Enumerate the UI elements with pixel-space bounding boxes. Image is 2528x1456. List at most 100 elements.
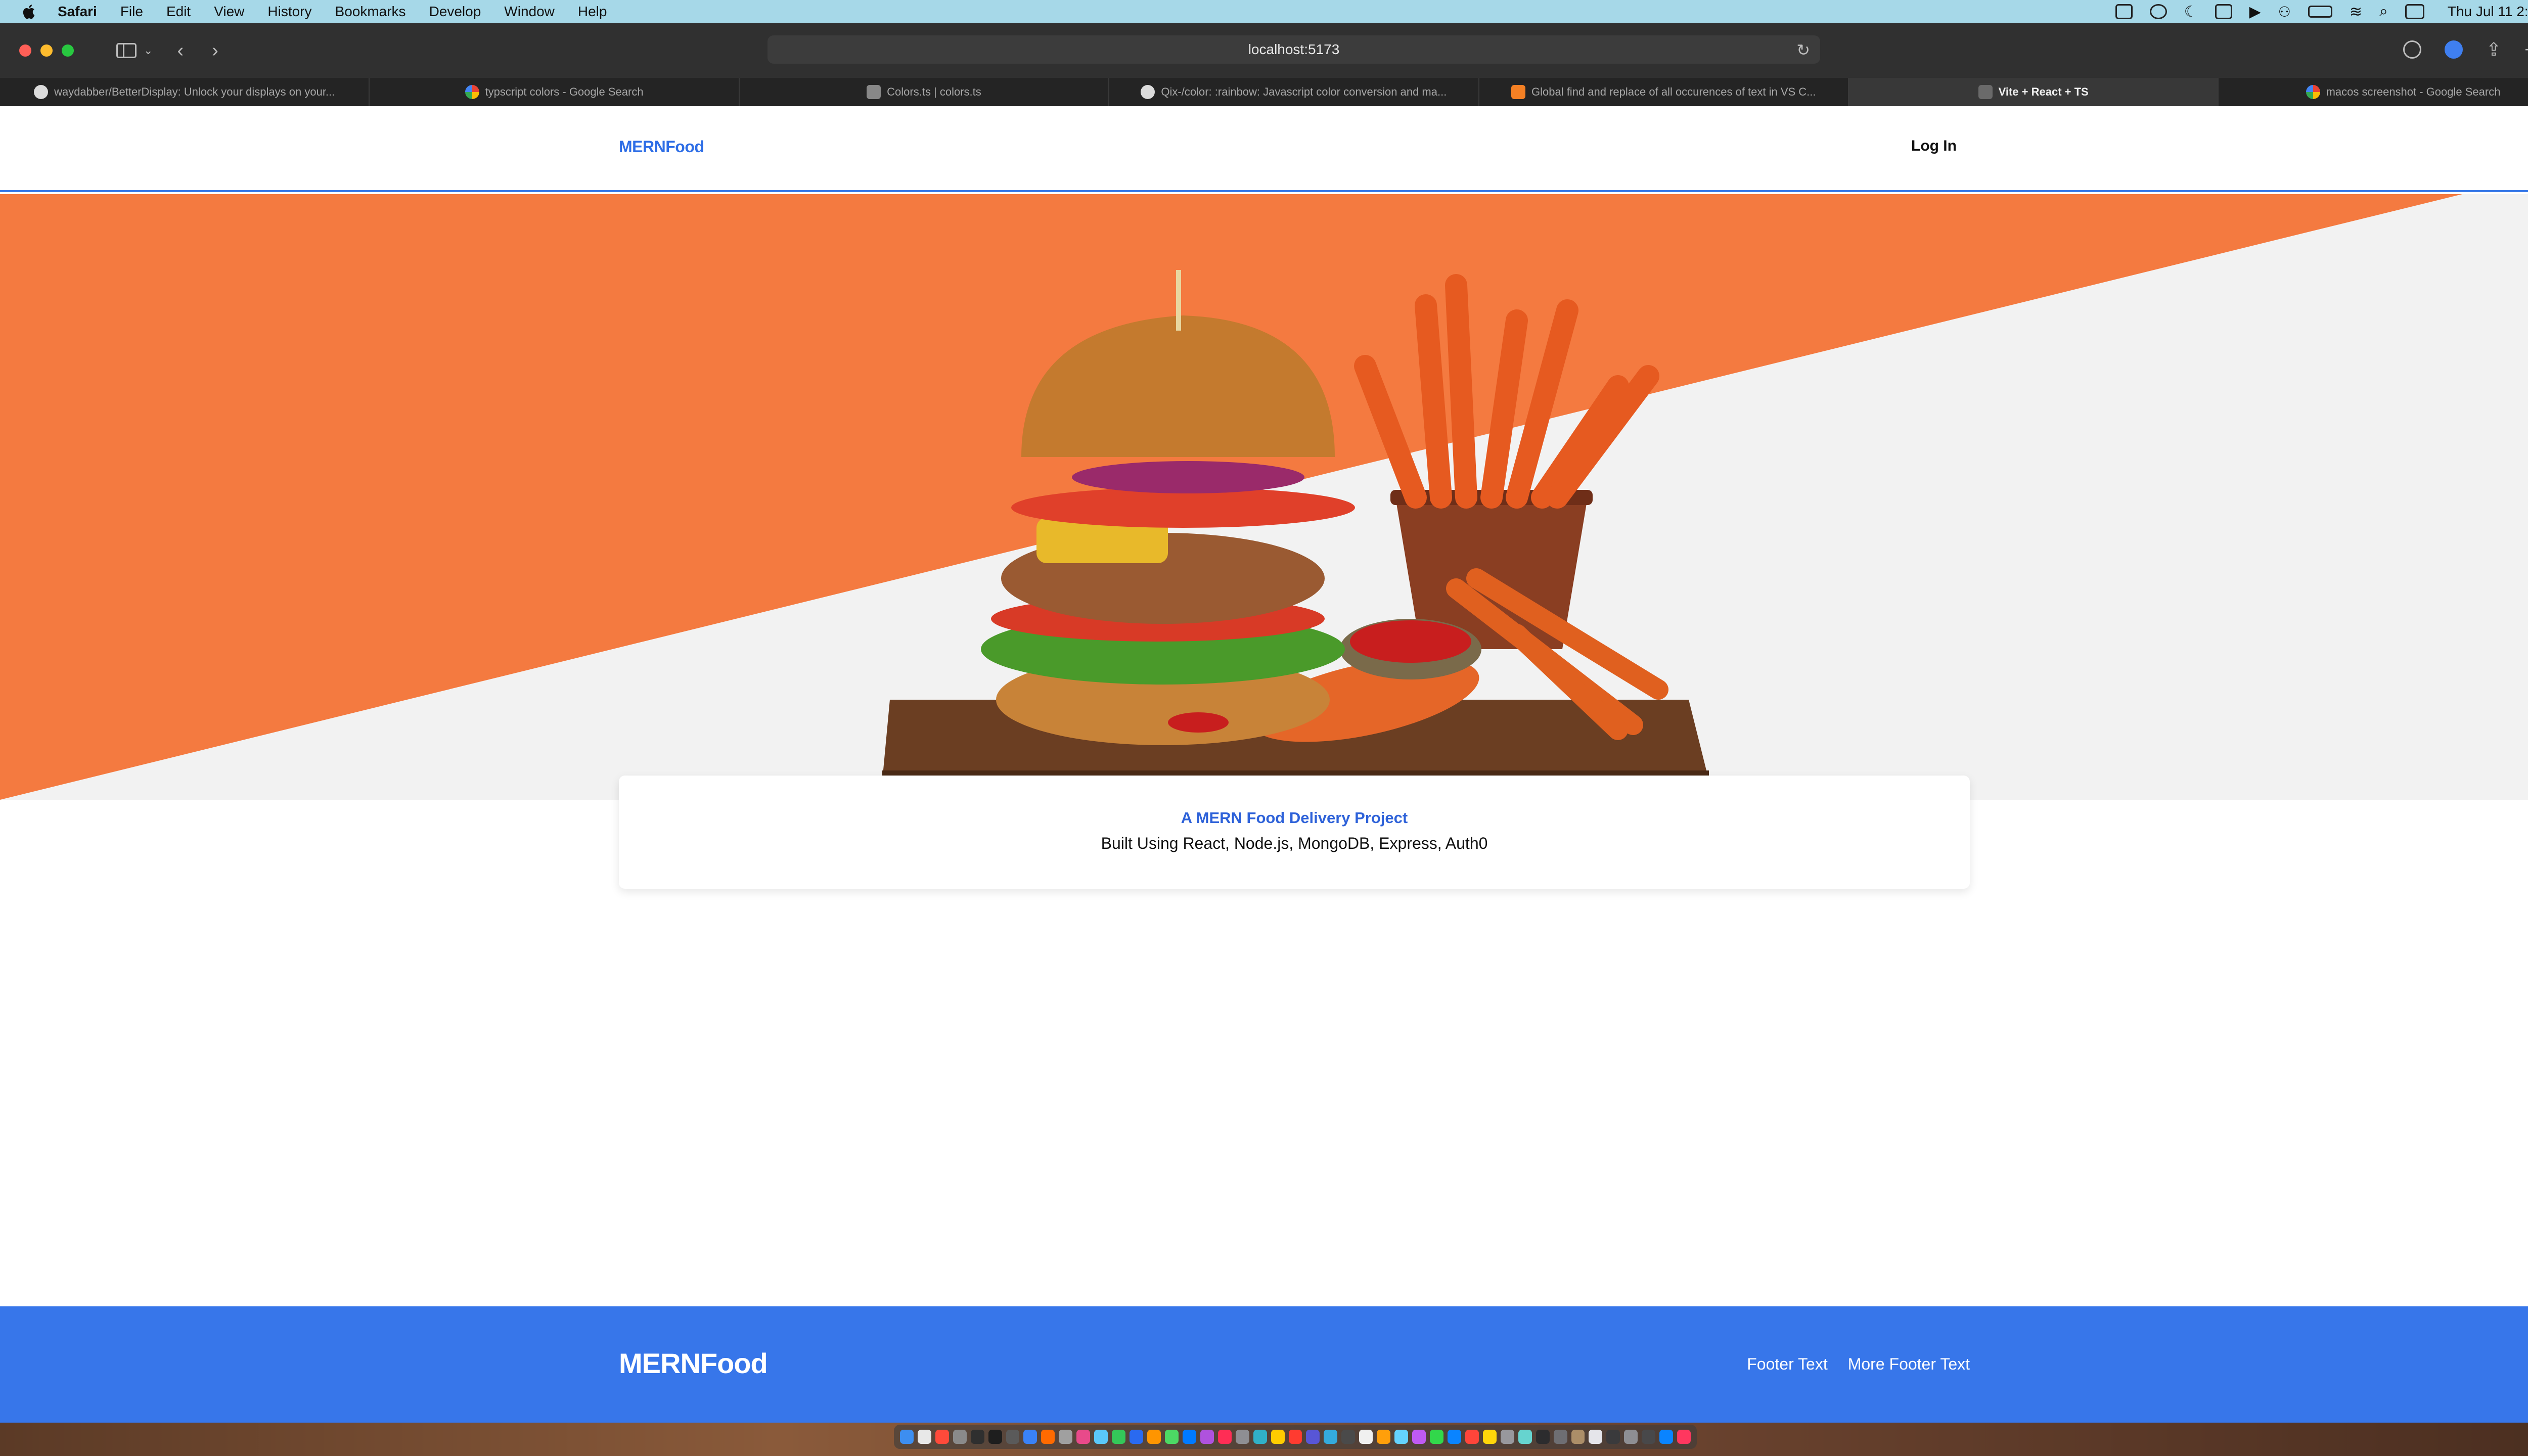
tab-label: Vite + React + TS — [1998, 85, 2089, 98]
site-icon — [867, 85, 881, 99]
menu-develop[interactable]: Develop — [429, 4, 481, 20]
battery-icon[interactable] — [2308, 6, 2332, 18]
stackoverflow-icon — [1511, 85, 1525, 99]
tab-macos-screenshot[interactable]: macos screenshot - Google Search — [2219, 78, 2528, 106]
dock-app-icon[interactable] — [1271, 1430, 1285, 1444]
network-status-icon[interactable]: ⚇ — [2278, 4, 2291, 20]
password-manager-icon[interactable] — [2149, 4, 2167, 19]
menu-app-name[interactable]: Safari — [58, 4, 97, 20]
chevron-left-icon: ‹ — [177, 39, 184, 61]
dock-app-icon[interactable] — [1341, 1430, 1356, 1444]
dock-app-icon[interactable] — [953, 1430, 967, 1444]
dock-app-icon[interactable] — [899, 1430, 914, 1444]
dock-app-icon[interactable] — [1094, 1430, 1108, 1444]
dock-app-icon[interactable] — [988, 1430, 1002, 1444]
dock-app-icon[interactable] — [1130, 1430, 1144, 1444]
dock-app-icon[interactable] — [1553, 1430, 1567, 1444]
dock-app-icon[interactable] — [1482, 1430, 1497, 1444]
dock-app-icon[interactable] — [1112, 1430, 1126, 1444]
tab-vite-react[interactable]: Vite + React + TS — [1848, 78, 2219, 106]
zoom-window-button[interactable] — [62, 44, 74, 57]
minimize-window-button[interactable] — [40, 44, 53, 57]
dock-app-icon[interactable] — [1412, 1430, 1426, 1444]
tab-colors-ts[interactable]: Colors.ts | colors.ts — [740, 78, 1110, 106]
menu-bookmarks[interactable]: Bookmarks — [335, 4, 406, 20]
spotlight-search-icon[interactable]: ⌕ — [2379, 3, 2388, 20]
dock-app-icon[interactable] — [1324, 1430, 1338, 1444]
dock-app-icon[interactable] — [1006, 1430, 1020, 1444]
dock-app-icon[interactable] — [1253, 1430, 1267, 1444]
dock-app-icon[interactable] — [970, 1430, 984, 1444]
dock-app-icon[interactable] — [1182, 1430, 1196, 1444]
dock-app-icon[interactable] — [1447, 1430, 1461, 1444]
dock-app-icon[interactable] — [1217, 1430, 1232, 1444]
wifi-icon[interactable]: ≋ — [2350, 3, 2362, 21]
screen-mirroring-icon[interactable] — [2215, 4, 2232, 19]
footer-link-1[interactable]: Footer Text — [1747, 1355, 1827, 1374]
focus-moon-icon[interactable]: ☾ — [2184, 3, 2198, 21]
dock-app-icon[interactable] — [1430, 1430, 1443, 1444]
dock-app-icon[interactable] — [917, 1430, 931, 1444]
menu-help[interactable]: Help — [578, 4, 607, 20]
dock-app-icon[interactable] — [1164, 1430, 1179, 1444]
menu-view[interactable]: View — [214, 4, 244, 20]
reload-icon[interactable]: ↻ — [1796, 40, 1810, 60]
forward-button[interactable]: › — [212, 40, 218, 62]
site-logo-link[interactable]: MERNFood — [619, 138, 704, 156]
dock-app-icon[interactable] — [1571, 1430, 1585, 1444]
dock-app-icon[interactable] — [1624, 1430, 1638, 1444]
dock-app-icon[interactable] — [1200, 1430, 1214, 1444]
menu-history[interactable]: History — [267, 4, 311, 20]
play-status-icon[interactable]: ▶ — [2249, 3, 2261, 21]
dock-app-icon[interactable] — [1288, 1430, 1302, 1444]
tab-qix-color[interactable]: Qix-/color: :rainbow: Javascript color c… — [1109, 78, 1479, 106]
browser-toolbar: ⌄ ‹ › localhost:5173 ↻ ⇪ + ⧉ — [0, 23, 2528, 78]
sidebar-toggle-button[interactable]: ⌄ — [116, 43, 153, 58]
dock-app-icon[interactable] — [1500, 1430, 1514, 1444]
login-button[interactable]: Log In — [1911, 138, 1957, 155]
share-icon[interactable]: ⇪ — [2486, 39, 2501, 60]
google-icon — [465, 85, 479, 99]
dock-app-icon[interactable] — [1606, 1430, 1620, 1444]
dock-app-icon[interactable] — [1677, 1430, 1691, 1444]
extension-icon[interactable] — [2445, 40, 2463, 59]
dock-app-icon[interactable] — [1147, 1430, 1161, 1444]
dock-app-icon[interactable] — [1076, 1430, 1091, 1444]
dock-app-icon[interactable] — [1235, 1430, 1249, 1444]
display-status-icon[interactable] — [2115, 4, 2133, 19]
tab-typescript-colors[interactable]: typscript colors - Google Search — [370, 78, 740, 106]
address-text: localhost:5173 — [1248, 41, 1340, 57]
dock-app-icon[interactable] — [1394, 1430, 1409, 1444]
back-button[interactable]: ‹ — [177, 40, 184, 62]
menu-file[interactable]: File — [120, 4, 143, 20]
menu-edit[interactable]: Edit — [166, 4, 191, 20]
hero-banner — [0, 194, 2528, 800]
address-bar[interactable]: localhost:5173 ↻ — [768, 35, 1820, 64]
new-tab-icon[interactable]: + — [2524, 39, 2528, 60]
dock-app-icon[interactable] — [1023, 1430, 1037, 1444]
tab-find-replace[interactable]: Global find and replace of all occurence… — [1479, 78, 1849, 106]
dock-app-icon[interactable] — [1377, 1430, 1391, 1444]
dock-app-icon[interactable] — [1306, 1430, 1320, 1444]
dock-app-icon[interactable] — [1536, 1430, 1550, 1444]
downloads-icon[interactable] — [2403, 40, 2422, 59]
menubar-clock[interactable]: Thu Jul 11 2:05 AM — [2448, 4, 2528, 20]
project-info-card: A MERN Food Delivery Project Built Using… — [619, 776, 1970, 889]
dock-app-icon[interactable] — [1059, 1430, 1073, 1444]
close-window-button[interactable] — [19, 44, 31, 57]
dock-app-icon[interactable] — [1589, 1430, 1603, 1444]
dock-app-icon[interactable] — [1642, 1430, 1656, 1444]
tab-label: Global find and replace of all occurence… — [1531, 85, 1816, 98]
apple-icon[interactable] — [20, 3, 38, 21]
dock-app-icon[interactable] — [1518, 1430, 1532, 1444]
tab-label: macos screenshot - Google Search — [2326, 85, 2501, 98]
dock-app-icon[interactable] — [1359, 1430, 1373, 1444]
dock-app-icon[interactable] — [1041, 1430, 1055, 1444]
dock-app-icon[interactable] — [935, 1430, 949, 1444]
control-center-icon[interactable] — [2405, 4, 2424, 19]
tab-betterdisplay[interactable]: waydabber/BetterDisplay: Unlock your dis… — [0, 78, 370, 106]
menu-window[interactable]: Window — [504, 4, 555, 20]
footer-link-2[interactable]: More Footer Text — [1848, 1355, 1970, 1374]
dock-app-icon[interactable] — [1659, 1430, 1674, 1444]
dock-app-icon[interactable] — [1465, 1430, 1479, 1444]
